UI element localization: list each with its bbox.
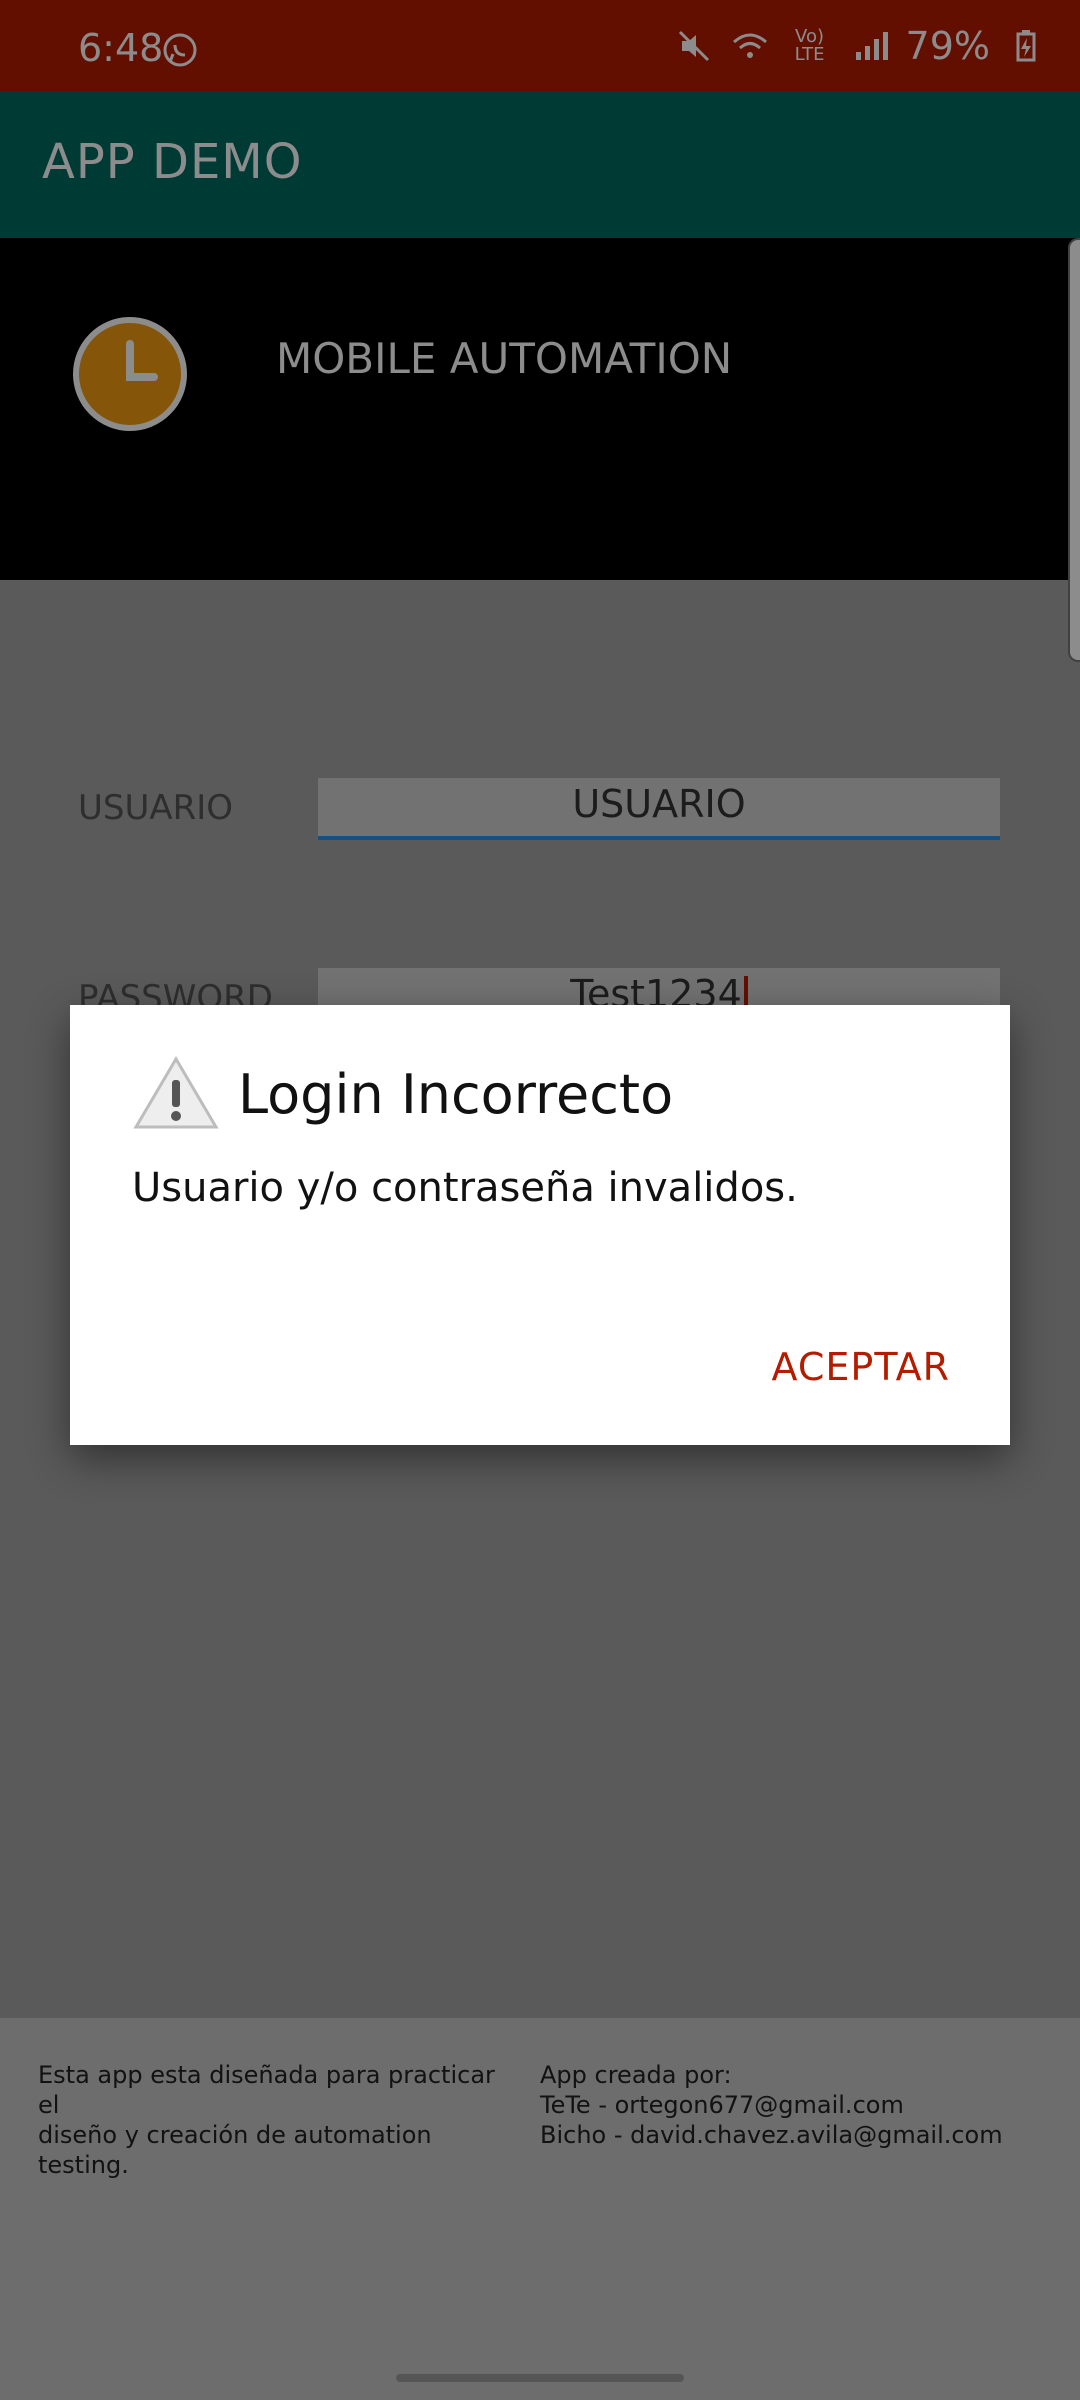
- accept-button[interactable]: ACEPTAR: [772, 1345, 950, 1389]
- login-error-dialog: Login Incorrecto Usuario y/o contraseña …: [70, 1005, 1010, 1445]
- gesture-navigation-pill[interactable]: [396, 2374, 684, 2382]
- dialog-title: Login Incorrecto: [238, 1063, 674, 1126]
- warning-icon: [133, 1056, 219, 1129]
- dialog-message: Usuario y/o contraseña invalidos.: [132, 1165, 798, 1211]
